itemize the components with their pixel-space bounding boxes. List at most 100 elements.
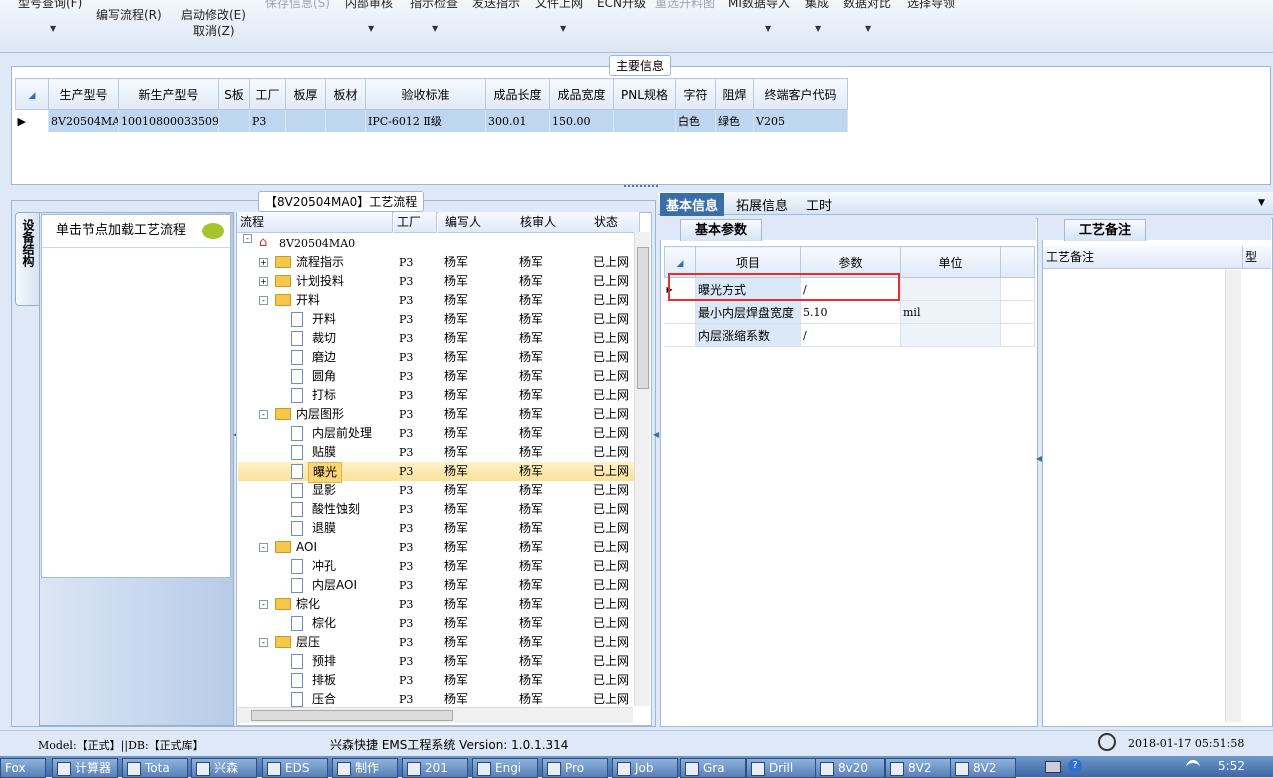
cell[interactable]: 300.01 [485,109,550,132]
start-modify-button[interactable]: 启动修改(E) [181,6,246,23]
cell[interactable]: mil [900,300,1001,324]
col-header[interactable]: 单位 [900,246,1001,278]
tree-node[interactable]: + 流程指示 P3 杨军 杨军 已上网 [238,253,634,272]
upload-button[interactable]: 文件上网 [535,0,583,11]
cell[interactable]: 5.10 [800,300,901,324]
tree-node[interactable]: 棕化 P3 杨军 杨军 已上网 [238,614,634,633]
tree-vscrollbar[interactable] [634,232,650,706]
tree-node[interactable]: 排板 P3 杨军 杨军 已上网 [238,671,634,690]
cell[interactable] [325,109,366,132]
help-icon[interactable]: ? [1068,759,1082,773]
cell[interactable]: 10010800033509 [118,109,219,132]
expand-icon[interactable]: + [259,277,268,286]
collapse-icon[interactable]: - [259,600,268,609]
table-row[interactable]: 最小内层焊盘宽度 5.10 mil [664,300,1035,324]
collapse-icon[interactable]: - [243,234,252,243]
col-header[interactable]: PNL规格 [613,78,676,110]
taskbar-item[interactable]: 8V2 [950,758,1016,778]
cancel-button[interactable]: 取消(Z) [193,22,235,39]
tree-col-status[interactable]: 状态 [588,212,640,233]
col-header[interactable]: 板厚 [285,78,326,110]
tree-node[interactable]: 冲孔 P3 杨军 杨军 已上网 [238,557,634,576]
cell[interactable] [900,277,1001,301]
tree-node[interactable]: 退膜 P3 杨军 杨军 已上网 [238,519,634,538]
cell[interactable] [613,109,676,132]
taskbar-item[interactable]: 制作 [332,758,398,778]
cell[interactable]: P3 [249,109,286,132]
remarks-vscrollbar[interactable] [1225,270,1241,722]
edit-flow-button[interactable]: 编写流程(R) [96,6,162,23]
taskbar-item[interactable]: Drill [746,758,816,778]
tree-node[interactable]: 打标 P3 杨军 杨军 已上网 [238,386,634,405]
remarks-col-header[interactable]: 工艺备注 [1043,246,1243,269]
cell[interactable] [900,323,1001,347]
tab-basic-info[interactable]: 基本信息 [660,193,725,216]
toolbar-model-query[interactable]: 型号查询(F) [18,0,82,11]
tree-node[interactable]: 贴膜 P3 杨军 杨军 已上网 [238,443,634,462]
tree-col-factory[interactable]: 工厂 [394,212,437,233]
grid-corner[interactable]: ◢ [15,78,49,110]
tree-node[interactable]: - AOI P3 杨军 杨军 已上网 [238,538,634,557]
remarks-col-header[interactable]: 型 [1243,246,1271,269]
cell[interactable]: V205 [753,109,848,132]
expand-icon[interactable]: + [259,258,268,267]
chevron-down-icon[interactable]: ▼ [865,24,871,33]
keyboard-icon[interactable] [1045,761,1061,773]
cell[interactable]: IPC-6012 Ⅱ级 [365,109,486,132]
taskbar-item[interactable]: Pro [542,758,608,778]
col-header[interactable]: 终端客户代码 [753,78,848,110]
tab-device-structure[interactable]: 设备结构 [15,212,41,306]
tree-node[interactable]: 内层前处理 P3 杨军 杨军 已上网 [238,424,634,443]
tab-extended-info[interactable]: 拓展信息 [736,195,788,214]
tree-node[interactable]: 曝光 P3 杨军 杨军 已上网 [238,462,634,483]
tree-node[interactable]: 显影 P3 杨军 杨军 已上网 [238,481,634,500]
internal-review-button[interactable]: 内部审核 [345,0,393,11]
col-header[interactable]: 板材 [325,78,366,110]
cell[interactable]: 绿色 [715,109,754,132]
taskbar-item[interactable]: 201 [402,758,468,778]
col-header[interactable]: 成品宽度 [549,78,614,110]
mi-import-button[interactable]: MI数据导入 [728,0,790,11]
ecn-button[interactable]: ECN升级 [597,0,646,11]
col-header[interactable]: 字符 [675,78,716,110]
integrate-button[interactable]: 集成 [805,0,829,11]
taskbar-item[interactable]: 兴森 [191,758,257,778]
tree-node[interactable]: - 内层图形 P3 杨军 杨军 已上网 [238,405,634,424]
chevron-down-icon[interactable]: ▼ [765,24,771,33]
cell[interactable] [218,109,250,132]
check-button[interactable]: 指示检查 [410,0,458,11]
taskbar-item[interactable]: Fox [0,758,46,778]
tree-node[interactable]: 酸性蚀刻 P3 杨军 杨军 已上网 [238,500,634,519]
tree-col-reviewer[interactable]: 核审人 [513,212,591,233]
col-header[interactable]: 生产型号 [48,78,119,110]
tree-node[interactable]: 开料 P3 杨军 杨军 已上网 [238,310,634,329]
select-button[interactable]: 选择导领 [907,0,955,11]
tree-node[interactable]: - 棕化 P3 杨军 杨军 已上网 [238,595,634,614]
cell[interactable]: / [800,323,901,347]
taskbar-item[interactable]: 8v20 [815,758,885,778]
compare-button[interactable]: 数据对比 [843,0,891,11]
table-row[interactable]: 内层涨缩系数 / [664,323,1035,347]
taskbar-item[interactable]: 计算器 [52,758,118,778]
taskbar-item[interactable]: Job [612,758,678,778]
cell[interactable]: 150.00 [549,109,614,132]
reselect-button[interactable]: 重选开料图 [655,0,715,11]
scroll-thumb[interactable] [637,247,649,389]
collapse-icon[interactable]: - [259,410,268,419]
collapse-right-icon[interactable]: ◀ [653,430,659,439]
tree-node[interactable]: 磨边 P3 杨军 杨军 已上网 [238,348,634,367]
cell[interactable] [285,109,326,132]
col-header[interactable]: 工厂 [249,78,286,110]
tree-node[interactable]: - 层压 P3 杨军 杨军 已上网 [238,633,634,652]
table-row[interactable]: ▶ 8V20504MA0 10010800033509 P3 IPC-6012 … [15,109,848,132]
taskbar-item[interactable]: 8V2 [885,758,951,778]
collapse-icon[interactable]: - [259,638,268,647]
splitter-handle[interactable] [624,185,658,190]
collapse-icon[interactable]: - [259,296,268,305]
chevron-down-icon[interactable]: ▼ [50,24,56,33]
wifi-icon[interactable] [1186,760,1200,775]
collapse-icon[interactable]: - [259,543,268,552]
taskbar-item[interactable]: EDS [262,758,328,778]
tab-work-hours[interactable]: 工时 [806,195,832,214]
taskbar-item[interactable]: Gra [680,758,746,778]
